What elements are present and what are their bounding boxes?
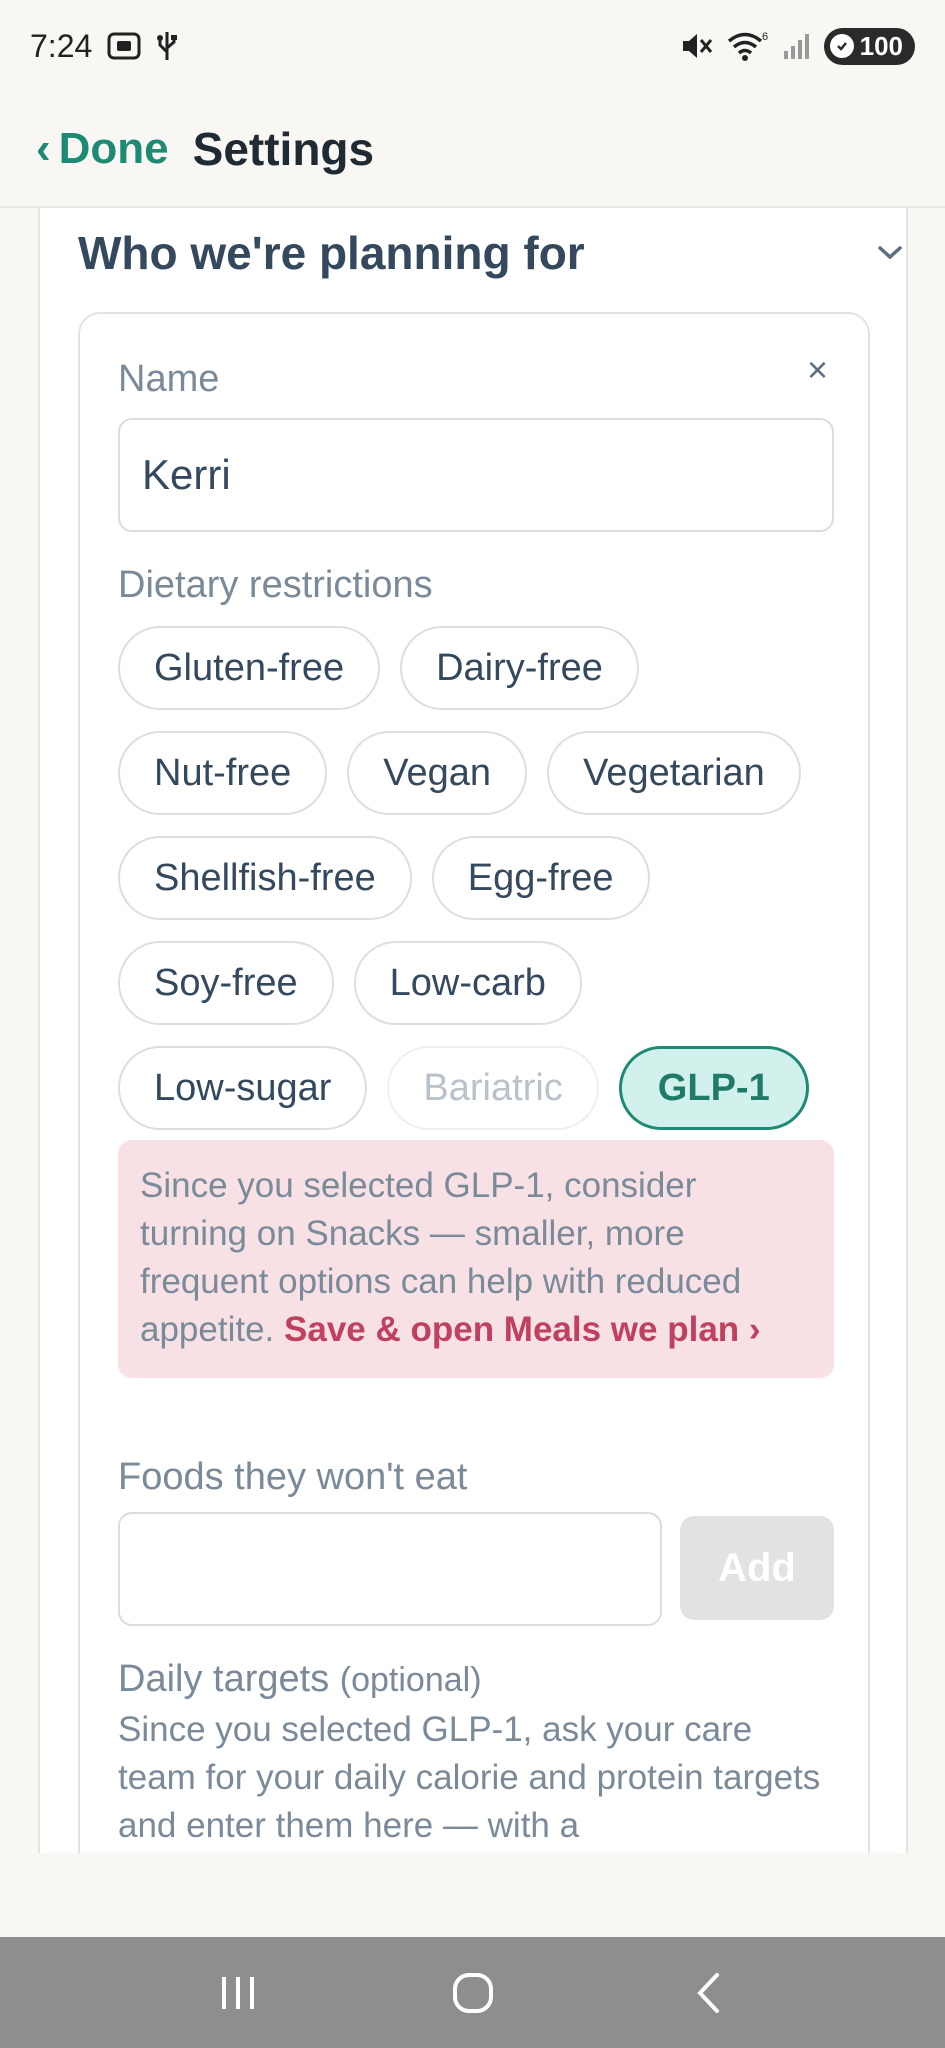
settings-content[interactable]: Who we're planning for × Name Dietary re… [0, 208, 945, 1853]
chip-row: Nut-free Vegan Vegetarian [118, 731, 848, 815]
person-card: × Name Dietary restrictions Gluten-free … [78, 312, 870, 1853]
daily-targets-label: Daily targets (optional) [118, 1658, 482, 1701]
chip-row: Shellfish-free Egg-free [118, 836, 848, 920]
section-header[interactable]: Who we're planning for [78, 218, 908, 288]
signal-icon [782, 31, 812, 61]
save-open-meals-link[interactable]: Save & open Meals we plan › [284, 1310, 761, 1349]
chip-gluten-free[interactable]: Gluten-free [118, 626, 381, 710]
chip-soy-free[interactable]: Soy-free [118, 941, 334, 1025]
status-left: 7:24 [30, 28, 178, 65]
chip-dairy-free[interactable]: Dairy-free [400, 626, 639, 710]
chip-vegetarian[interactable]: Vegetarian [547, 731, 801, 815]
dietary-restrictions-label: Dietary restrictions [118, 564, 433, 606]
chip-glp-1[interactable]: GLP-1 [618, 1046, 809, 1130]
status-time: 7:24 [30, 27, 93, 64]
chevron-down-icon[interactable] [872, 235, 908, 271]
battery-saver-icon [829, 34, 854, 58]
wifi-icon: 6 [726, 30, 770, 62]
battery-indicator: 100 [823, 27, 915, 65]
chip-bariatric[interactable]: Bariatric [387, 1046, 599, 1130]
chevron-left-icon: ‹ [36, 124, 51, 173]
status-right: 6 100 [680, 27, 915, 65]
planning-section: Who we're planning for × Name Dietary re… [38, 208, 908, 1853]
chip-nut-free[interactable]: Nut-free [118, 731, 328, 815]
foods-label: Foods they won't eat [118, 1456, 468, 1498]
daily-targets-optional: (optional) [339, 1661, 482, 1699]
system-nav-bar [0, 1937, 945, 2048]
home-icon[interactable] [438, 1958, 508, 2028]
mute-icon [680, 31, 714, 61]
chip-row: Soy-free Low-carb [118, 941, 848, 1025]
dietary-chips: Gluten-free Dairy-free Nut-free Vegan Ve… [118, 626, 848, 1151]
chip-low-sugar[interactable]: Low-sugar [118, 1046, 368, 1130]
usb-icon [156, 30, 178, 62]
daily-targets-description: Since you selected GLP-1, ask your care … [118, 1710, 821, 1845]
app-header: ‹ Done Settings [0, 92, 945, 208]
chip-low-carb[interactable]: Low-carb [353, 941, 582, 1025]
done-label: Done [58, 124, 169, 173]
page-title: Settings [192, 123, 375, 175]
back-icon[interactable] [673, 1958, 743, 2028]
name-input[interactable] [118, 418, 834, 532]
foods-input[interactable] [118, 1512, 662, 1626]
recents-icon[interactable] [203, 1958, 273, 2028]
chip-vegan[interactable]: Vegan [347, 731, 528, 815]
chip-row: Gluten-free Dairy-free [118, 626, 848, 710]
glp1-snacks-notice: Since you selected GLP-1, consider turni… [118, 1140, 834, 1378]
battery-level: 100 [859, 30, 903, 61]
status-bar: 7:24 6 100 [0, 0, 945, 92]
done-back-button[interactable]: ‹ Done [36, 124, 169, 174]
screenshot-icon [106, 31, 142, 61]
chip-row: Low-sugar Bariatric GLP-1 [118, 1046, 848, 1130]
remove-person-button[interactable]: × [807, 352, 828, 388]
chip-shellfish-free[interactable]: Shellfish-free [118, 836, 412, 920]
name-label: Name [118, 358, 220, 400]
add-food-button[interactable]: Add [680, 1516, 834, 1620]
section-title: Who we're planning for [78, 227, 585, 279]
daily-targets-title: Daily targets [118, 1658, 330, 1700]
chip-egg-free[interactable]: Egg-free [431, 836, 650, 920]
svg-text:6: 6 [762, 31, 768, 43]
